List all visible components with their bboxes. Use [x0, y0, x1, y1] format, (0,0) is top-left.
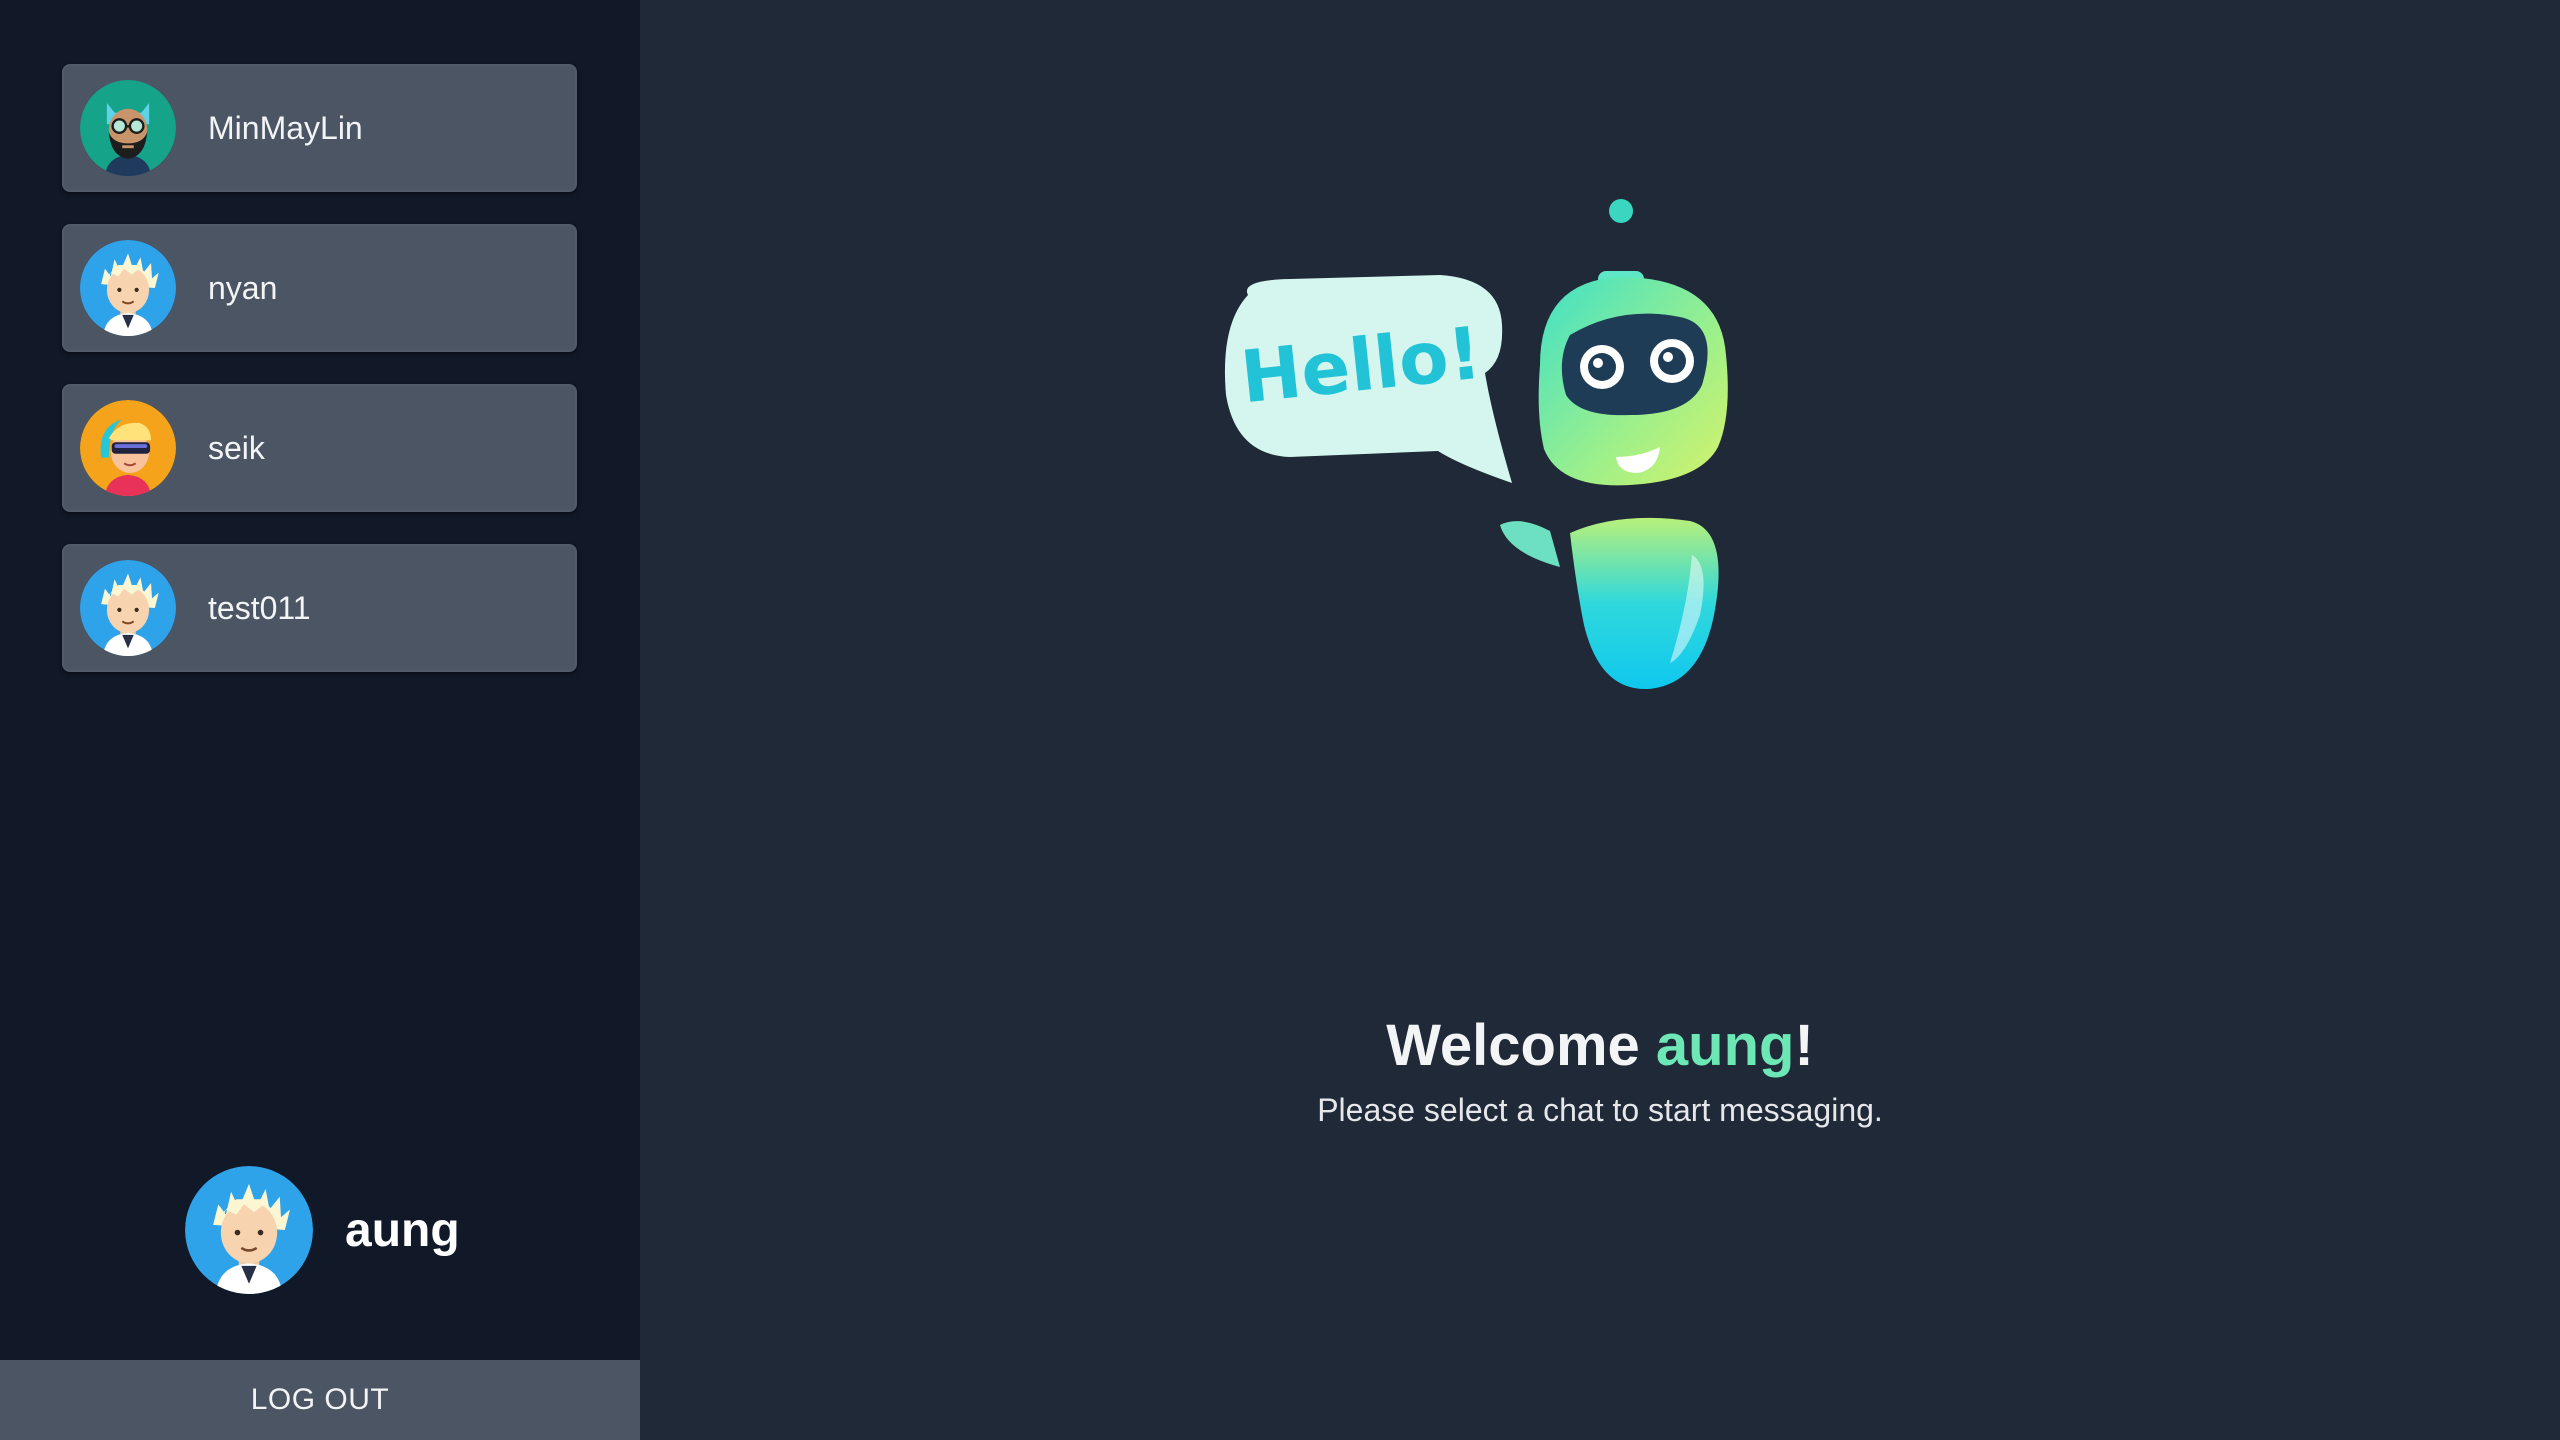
- contact-name: seik: [208, 429, 265, 466]
- speech-bubble: Hello!: [1224, 275, 1512, 483]
- welcome-username: aung: [1655, 1013, 1795, 1078]
- contact-name: test011: [208, 589, 311, 626]
- main-panel: Hello! Welcome aung! Please select a cha…: [640, 0, 2560, 1440]
- current-user-avatar: [185, 1166, 313, 1294]
- app-root: MinMayLin nyan seik test011 aung LOG OUT: [0, 0, 2560, 1440]
- spiky-hair-boy-avatar: [80, 240, 176, 336]
- welcome-heading: Welcome aung!: [640, 1012, 2560, 1079]
- welcome-suffix: !: [1794, 1013, 1814, 1078]
- logout-button[interactable]: LOG OUT: [0, 1360, 640, 1440]
- contact-name: nyan: [208, 269, 278, 306]
- contact-item-minmaylin[interactable]: MinMayLin: [62, 64, 577, 192]
- bearded-man-glasses-avatar: [80, 80, 176, 176]
- spiky-hair-boy-avatar: [80, 560, 176, 656]
- robot-hello-illustration: Hello!: [1224, 199, 1728, 690]
- current-user-profile: aung: [185, 1166, 460, 1294]
- contact-name: MinMayLin: [208, 109, 363, 146]
- welcome-subtitle: Please select a chat to start messaging.: [1317, 1092, 1883, 1128]
- sunglasses-girl-avatar: [80, 400, 176, 496]
- current-user-name: aung: [345, 1203, 460, 1257]
- sidebar: MinMayLin nyan seik test011 aung LOG OUT: [0, 0, 640, 1440]
- contact-item-seik[interactable]: seik: [62, 384, 577, 512]
- contact-list: MinMayLin nyan seik test011: [62, 64, 577, 672]
- contact-item-test011[interactable]: test011: [62, 544, 577, 672]
- contact-item-nyan[interactable]: nyan: [62, 224, 577, 352]
- welcome-prefix: Welcome: [1386, 1013, 1656, 1078]
